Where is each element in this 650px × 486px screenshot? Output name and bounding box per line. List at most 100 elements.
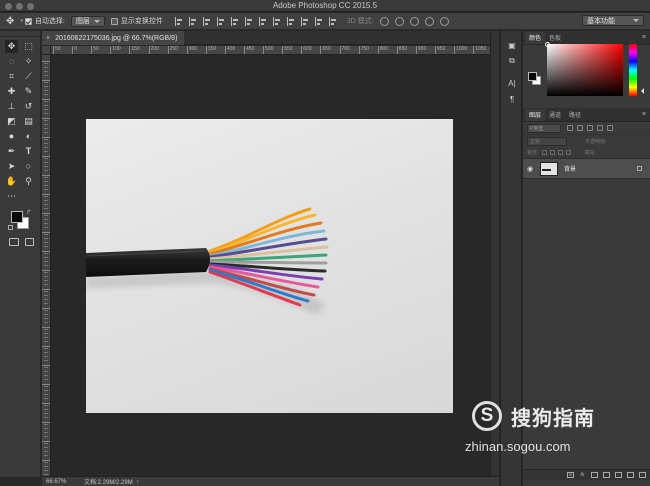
clone-stamp-tool-icon[interactable]: ⊥	[5, 100, 18, 113]
color-picker-ring-icon[interactable]	[545, 42, 550, 47]
align-hcenter-icon[interactable]	[230, 16, 240, 26]
default-colors-icon[interactable]	[8, 225, 13, 230]
lock-label: 锁定:	[527, 150, 539, 156]
close-document-icon[interactable]: ×	[46, 35, 50, 42]
ellipse-tool-icon[interactable]: ○	[22, 160, 35, 173]
distribute-vcenter-icon[interactable]	[272, 16, 282, 26]
document-tab[interactable]: × 20160622175036.jpg @ 66.7%(RGB/8)	[42, 31, 184, 45]
show-transform-option[interactable]: 显示变换控件	[110, 16, 163, 26]
align-vcenter-icon[interactable]	[188, 16, 198, 26]
ruler-tick-mark	[42, 270, 50, 288]
character-panel-icon[interactable]: A|	[501, 75, 523, 91]
delete-layer-icon[interactable]	[639, 472, 646, 478]
foreground-color-swatch[interactable]	[11, 211, 23, 223]
auto-select-target-dropdown[interactable]: 图层	[70, 15, 105, 27]
distribute-left-icon[interactable]	[300, 16, 310, 26]
history-brush-tool-icon[interactable]: ↺	[22, 100, 35, 113]
tab-paths[interactable]: 路径	[565, 110, 585, 121]
marquee-tool-icon[interactable]: ⬚	[22, 40, 35, 53]
type-tool-icon[interactable]: T	[22, 145, 35, 158]
gradient-tool-icon[interactable]: ▤	[22, 115, 35, 128]
status-menu-arrow-icon[interactable]: ›	[137, 479, 139, 485]
document-image[interactable]	[86, 119, 453, 413]
ruler-origin[interactable]	[42, 46, 51, 55]
tab-channels[interactable]: 通道	[545, 110, 565, 121]
lasso-tool-icon[interactable]: ◌	[5, 55, 18, 68]
distribute-hcenter-icon[interactable]	[314, 16, 324, 26]
layers-menu-icon[interactable]: ≡	[642, 111, 646, 118]
pen-tool-icon[interactable]: ✒	[5, 145, 18, 158]
distribute-bottom-icon[interactable]	[286, 16, 296, 26]
filter-pixel-icon[interactable]	[567, 125, 573, 131]
tool-preset-chevron-icon[interactable]: ▾	[20, 18, 23, 24]
more-tools-icon[interactable]: ⋯	[5, 190, 18, 203]
layer-style-fx-icon[interactable]: fx	[579, 472, 586, 478]
align-bottom-icon[interactable]	[202, 16, 212, 26]
distribute-top-icon[interactable]	[258, 16, 268, 26]
new-layer-icon[interactable]	[627, 472, 634, 478]
magic-wand-tool-icon[interactable]: ✧	[22, 55, 35, 68]
eraser-tool-icon[interactable]: ◩	[5, 115, 18, 128]
lock-position-icon[interactable]	[558, 150, 564, 155]
blend-mode-dropdown[interactable]: 正常	[527, 136, 567, 146]
vertical-ruler[interactable]	[42, 55, 51, 476]
filter-smart-object-icon[interactable]	[607, 125, 613, 131]
layer-name[interactable]: 背景	[564, 164, 576, 173]
lock-image-icon[interactable]	[550, 150, 556, 155]
3d-rotate-icon[interactable]	[379, 16, 389, 26]
foreground-color-chip[interactable]	[528, 72, 537, 81]
align-left-icon[interactable]	[216, 16, 226, 26]
crop-tool-icon[interactable]: ⌗	[5, 70, 18, 83]
panel-menu-icon[interactable]: ≡	[642, 34, 646, 41]
3d-slide-icon[interactable]	[424, 16, 434, 26]
screen-mode-icon[interactable]	[24, 238, 34, 246]
healing-brush-tool-icon[interactable]: ✚	[5, 85, 18, 98]
layer-visibility-eye-icon[interactable]: ◉	[523, 165, 537, 173]
history-panel-icon[interactable]: ▣	[501, 37, 523, 53]
hue-slider-arrow-icon[interactable]	[638, 88, 644, 94]
blur-tool-icon[interactable]: ●	[5, 130, 18, 143]
paragraph-panel-icon[interactable]: ¶	[501, 91, 523, 107]
3d-pan-icon[interactable]	[409, 16, 419, 26]
canvas-area[interactable]	[51, 56, 490, 476]
brush-tool-icon[interactable]: ✎	[22, 85, 35, 98]
move-tool-icon[interactable]: ✥	[5, 40, 18, 53]
filter-type-icon[interactable]	[587, 125, 593, 131]
path-selection-tool-icon[interactable]: ➤	[5, 160, 18, 173]
auto-select-option[interactable]: 自动选择:	[24, 16, 65, 26]
show-transform-checkbox[interactable]	[110, 17, 118, 25]
new-group-icon[interactable]	[615, 472, 622, 478]
move-tool-icon[interactable]: ✥	[6, 16, 14, 27]
align-distribute-group	[174, 16, 343, 26]
hand-tool-icon[interactable]: ✋	[5, 175, 18, 188]
color-field[interactable]	[545, 42, 623, 96]
3d-roll-icon[interactable]	[394, 16, 404, 26]
adjustment-layer-icon[interactable]	[603, 472, 610, 478]
zoom-level[interactable]: 66.67%	[42, 479, 80, 485]
workspace-switcher[interactable]: 基本功能	[582, 15, 644, 26]
ruler-tick-mark	[42, 327, 50, 345]
auto-select-checkbox[interactable]	[24, 17, 32, 25]
add-mask-icon[interactable]	[591, 472, 598, 478]
link-layers-icon[interactable]: ∞	[567, 472, 574, 478]
hue-slider[interactable]	[629, 44, 637, 96]
eyedropper-tool-icon[interactable]: ⟋	[22, 70, 35, 83]
tab-layers[interactable]: 图层	[525, 109, 546, 121]
distribute-right-icon[interactable]	[328, 16, 338, 26]
align-top-icon[interactable]	[174, 16, 184, 26]
align-right-icon[interactable]	[244, 16, 254, 26]
zoom-tool-icon[interactable]: ⚲	[22, 175, 35, 188]
3d-scale-icon[interactable]	[439, 16, 449, 26]
horizontal-ruler[interactable]: 50 0 50 100 150 200 250 300 350 400 450 500 550 600 65…	[51, 46, 490, 55]
lock-all-icon[interactable]	[566, 150, 572, 155]
layer-row-background[interactable]: ◉ 背景	[523, 159, 650, 179]
filter-shape-icon[interactable]	[597, 125, 603, 131]
dodge-tool-icon[interactable]: ◐	[22, 130, 35, 143]
tab-color[interactable]: 颜色	[525, 32, 546, 44]
swap-colors-icon[interactable]: ↱	[26, 209, 31, 216]
lock-transparent-icon[interactable]	[542, 150, 548, 155]
properties-panel-icon[interactable]: ⧉	[501, 53, 523, 69]
quick-mask-icon[interactable]	[9, 238, 19, 246]
filter-adjustment-icon[interactable]	[577, 125, 583, 131]
layer-filter-dropdown[interactable]: P类型	[527, 123, 561, 133]
